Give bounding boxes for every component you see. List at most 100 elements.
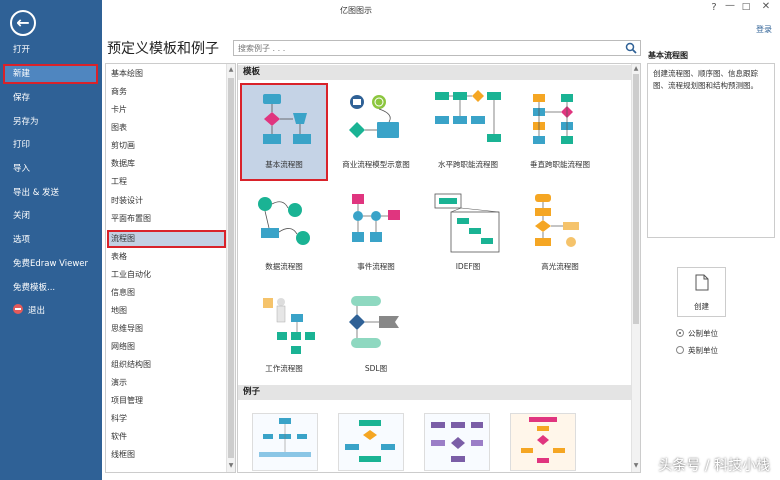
template-label: 垂直跨职能流程图 (530, 160, 590, 169)
sidebar-item-print[interactable]: 打印 (0, 135, 102, 155)
category-floor-plan[interactable]: 平面布置图 (107, 210, 226, 228)
sidebar-item-save[interactable]: 保存 (0, 88, 102, 108)
example-thumbnail[interactable] (252, 413, 318, 471)
exit-icon (13, 304, 23, 314)
category-project[interactable]: 项目管理 (107, 392, 226, 410)
section-header-examples: 例子 (238, 385, 632, 400)
template-vertical-cross-functional[interactable]: 垂直跨职能流程图 (517, 84, 603, 180)
template-panel: 模板 基本流程图 商业流程模型示意图 水平跨职能流程图 垂直跨职能流程图 数据流… (237, 63, 641, 473)
sidebar-item-save-as[interactable]: 另存为 (0, 112, 102, 132)
login-link[interactable]: 登录 (756, 24, 772, 35)
idef-thumbnail (434, 193, 500, 253)
sidebar-item-export-send[interactable]: 导出 & 发送 (0, 183, 102, 203)
scroll-down-icon[interactable]: ▼ (227, 462, 235, 469)
sidebar-item-options[interactable]: 选项 (0, 230, 102, 250)
category-list: 基本绘图 商务 卡片 图表 剪切画 数据库 工程 时装设计 平面布置图 流程图 … (105, 63, 236, 473)
template-label: 高光流程图 (541, 262, 579, 271)
example-thumbnail[interactable] (510, 413, 576, 471)
example-diagram-2 (345, 420, 395, 462)
category-chart[interactable]: 图表 (107, 119, 226, 137)
example-diagram-4 (521, 417, 565, 463)
help-icon[interactable]: ? (706, 2, 722, 13)
minimize-icon[interactable]: — (722, 0, 738, 11)
sidebar-item-free-templates[interactable]: 免费模板... (0, 278, 102, 298)
sidebar-item-close[interactable]: 关闭 (0, 206, 102, 226)
category-science[interactable]: 科学 (107, 410, 226, 428)
unit-imperial[interactable]: 英制单位 (676, 345, 718, 356)
search-box (233, 40, 641, 56)
template-highlight-flow[interactable]: 高光流程图 (517, 186, 603, 282)
new-document-icon (695, 274, 709, 291)
template-horizontal-cross-functional[interactable]: 水平跨职能流程图 (425, 84, 511, 180)
category-wireframe[interactable]: 线框图 (107, 446, 226, 464)
sdl-thumbnail (349, 296, 399, 348)
work-flow-thumbnail (263, 298, 315, 354)
category-flowchart[interactable]: 流程图 (107, 230, 226, 248)
template-event-flow[interactable]: 事件流程图 (333, 186, 419, 282)
example-diagram-1 (259, 418, 311, 457)
unit-label: 公制单位 (688, 329, 718, 338)
back-arrow-icon[interactable]: ← (10, 10, 36, 36)
scrollbar-thumb[interactable] (633, 74, 639, 324)
category-clipart[interactable]: 剪切画 (107, 137, 226, 155)
unit-label: 英制单位 (688, 346, 718, 355)
example-thumbnail[interactable] (338, 413, 404, 471)
category-infographic[interactable]: 信息图 (107, 284, 226, 302)
scrollbar-thumb[interactable] (228, 78, 234, 458)
template-business-process[interactable]: 商业流程模型示意图 (333, 84, 419, 180)
category-basic-drawing[interactable]: 基本绘图 (107, 65, 226, 83)
sidebar-item-edraw-viewer[interactable]: 免费Edraw Viewer (0, 254, 102, 274)
sidebar-item-open[interactable]: 打开 (0, 40, 102, 60)
category-presentation[interactable]: 演示 (107, 374, 226, 392)
scroll-up-icon[interactable]: ▲ (632, 65, 640, 72)
business-process-thumbnail (349, 95, 399, 138)
scroll-down-icon[interactable]: ▼ (632, 462, 640, 469)
category-engineering[interactable]: 工程 (107, 173, 226, 191)
event-flow-thumbnail (352, 194, 400, 242)
search-icon[interactable] (625, 42, 637, 54)
radio-imperial[interactable] (676, 346, 684, 354)
category-industrial[interactable]: 工业自动化 (107, 266, 226, 284)
example-diagram-3 (431, 422, 483, 462)
detail-title: 基本流程图 (648, 51, 688, 60)
search-input[interactable] (234, 41, 614, 55)
horizontal-cross-functional-thumbnail (435, 90, 501, 142)
data-flow-thumbnail (258, 197, 310, 245)
template-basic-flowchart[interactable]: 基本流程图 (240, 83, 328, 181)
category-business[interactable]: 商务 (107, 83, 226, 101)
template-work-flow[interactable]: 工作流程图 (241, 288, 327, 384)
category-org-chart[interactable]: 组织结构图 (107, 356, 226, 374)
category-database[interactable]: 数据库 (107, 155, 226, 173)
window-title: 亿图图示 (340, 6, 372, 15)
template-scrollbar[interactable]: ▲ ▼ (631, 64, 640, 472)
example-thumbnail[interactable] (424, 413, 490, 471)
sidebar-item-label: 退出 (28, 306, 46, 316)
page-title: 预定义模板和例子 (107, 41, 219, 57)
category-network[interactable]: 网络图 (107, 338, 226, 356)
scroll-up-icon[interactable]: ▲ (227, 66, 235, 73)
watermark: 头条号 / 科技小栈 (658, 458, 770, 474)
template-label: SDL图 (364, 364, 388, 373)
category-table[interactable]: 表格 (107, 248, 226, 266)
unit-metric[interactable]: 公制单位 (676, 328, 718, 339)
template-sdl[interactable]: SDL图 (333, 288, 419, 384)
close-icon[interactable]: ✕ (758, 1, 774, 12)
category-map[interactable]: 地图 (107, 302, 226, 320)
category-card[interactable]: 卡片 (107, 101, 226, 119)
sidebar-item-new[interactable]: 新建 (3, 64, 98, 84)
template-idef[interactable]: IDEF图 (425, 186, 511, 282)
radio-metric[interactable] (676, 329, 684, 337)
maximize-icon[interactable]: □ (738, 2, 754, 12)
category-mind-map[interactable]: 思维导图 (107, 320, 226, 338)
category-scrollbar[interactable]: ▲ ▼ (226, 64, 235, 472)
sidebar-item-exit[interactable]: 退出 (0, 301, 102, 321)
sidebar: ← 打开 新建 保存 另存为 打印 导入 导出 & 发送 关闭 选项 免费Edr… (0, 0, 102, 480)
category-fashion[interactable]: 时装设计 (107, 192, 226, 210)
sidebar-item-import[interactable]: 导入 (0, 159, 102, 179)
category-software[interactable]: 软件 (107, 428, 226, 446)
vertical-cross-functional-thumbnail (533, 94, 573, 144)
detail-description: 创建流程图、顺序图、信息跟踪图、流程规划图和结构预测图。 (647, 63, 775, 238)
section-header-templates: 模板 (238, 65, 632, 80)
template-data-flow[interactable]: 数据流程图 (241, 186, 327, 282)
create-button[interactable]: 创建 (677, 267, 726, 317)
